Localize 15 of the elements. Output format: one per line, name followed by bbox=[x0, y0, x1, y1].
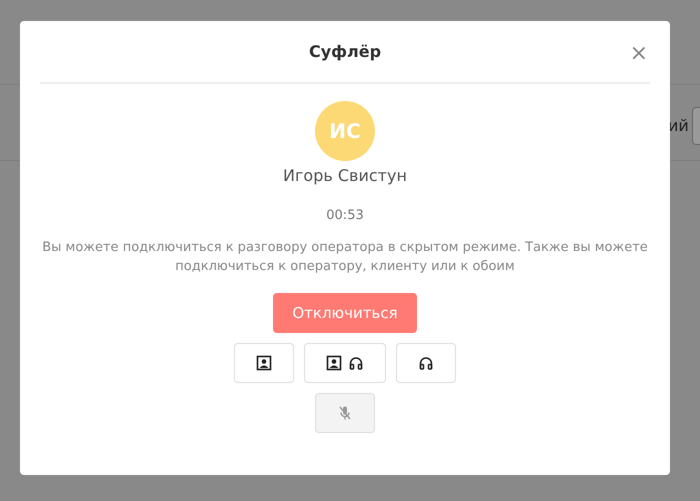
contact-card-icon bbox=[326, 355, 342, 371]
headphones-icon bbox=[348, 355, 364, 371]
close-button[interactable]: × bbox=[626, 43, 652, 65]
disconnect-button[interactable]: Отключиться bbox=[273, 293, 417, 333]
contact-card-icon bbox=[256, 355, 272, 371]
mode-button[interactable] bbox=[234, 343, 294, 383]
mode-button[interactable] bbox=[304, 343, 386, 383]
mode-button[interactable] bbox=[396, 343, 456, 383]
headphones-icon bbox=[418, 355, 434, 371]
call-timer: 00:53 bbox=[326, 208, 364, 223]
avatar: ИС bbox=[315, 101, 375, 161]
description-text: Вы можете подключиться к разговору оператора в скрытом режиме. Также вы можете подключиться к оператору, клиенту или к обоим bbox=[41, 239, 649, 276]
operator-name: Игорь Свистун bbox=[283, 166, 407, 185]
microphone-off-icon bbox=[337, 405, 353, 421]
dialog-title: Суфлёр bbox=[308, 42, 382, 61]
